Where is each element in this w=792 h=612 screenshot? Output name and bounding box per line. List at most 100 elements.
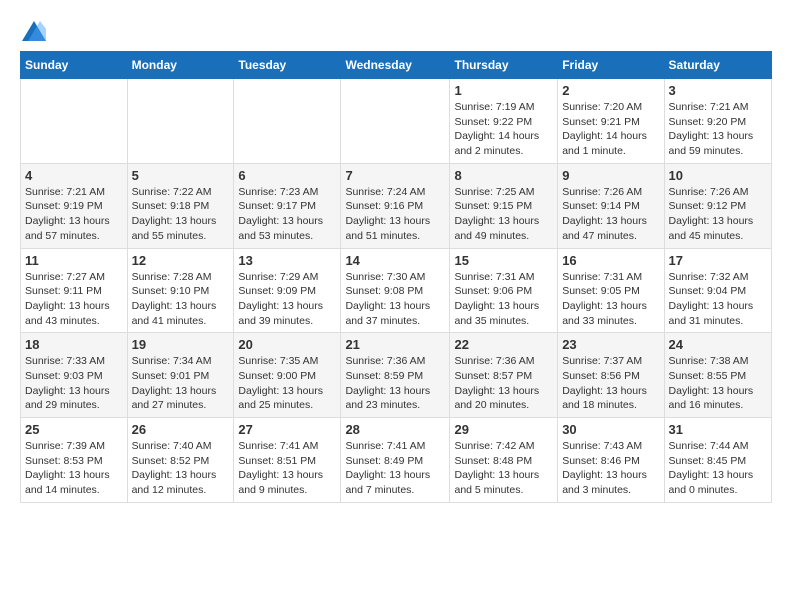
day-number: 4 [25, 168, 123, 183]
day-number: 20 [238, 337, 336, 352]
day-info: Sunrise: 7:20 AM Sunset: 9:21 PM Dayligh… [562, 100, 659, 159]
week-row-2: 4 Sunrise: 7:21 AM Sunset: 9:19 PM Daylig… [21, 163, 772, 248]
calendar-cell: 1 Sunrise: 7:19 AM Sunset: 9:22 PM Daylig… [450, 79, 558, 164]
day-info: Sunrise: 7:41 AM Sunset: 8:51 PM Dayligh… [238, 439, 336, 498]
page-header [20, 20, 772, 41]
calendar-cell: 25 Sunrise: 7:39 AM Sunset: 8:53 PM Dayli… [21, 418, 128, 503]
day-info: Sunrise: 7:37 AM Sunset: 8:56 PM Dayligh… [562, 354, 659, 413]
day-number: 10 [669, 168, 767, 183]
logo [20, 20, 46, 41]
logo-icon [22, 21, 46, 41]
calendar-cell: 10 Sunrise: 7:26 AM Sunset: 9:12 PM Dayli… [664, 163, 771, 248]
calendar-cell: 24Sunrise: 7:38 AM Sunset: 8:55 PM Dayli… [664, 333, 771, 418]
day-number: 6 [238, 168, 336, 183]
day-number: 5 [132, 168, 230, 183]
day-info: Sunrise: 7:31 AM Sunset: 9:05 PM Dayligh… [562, 270, 659, 329]
day-number: 14 [345, 253, 445, 268]
calendar-cell: 13 Sunrise: 7:29 AM Sunset: 9:09 PM Dayli… [234, 248, 341, 333]
day-info: Sunrise: 7:35 AM Sunset: 9:00 PM Dayligh… [238, 354, 336, 413]
header-saturday: Saturday [664, 52, 771, 79]
day-number: 23 [562, 337, 659, 352]
day-info: Sunrise: 7:31 AM Sunset: 9:06 PM Dayligh… [454, 270, 553, 329]
day-info: Sunrise: 7:26 AM Sunset: 9:12 PM Dayligh… [669, 185, 767, 244]
days-header-row: SundayMondayTuesdayWednesdayThursdayFrid… [21, 52, 772, 79]
calendar-cell [127, 79, 234, 164]
day-info: Sunrise: 7:21 AM Sunset: 9:20 PM Dayligh… [669, 100, 767, 159]
calendar-cell: 3 Sunrise: 7:21 AM Sunset: 9:20 PM Daylig… [664, 79, 771, 164]
calendar-table: SundayMondayTuesdayWednesdayThursdayFrid… [20, 51, 772, 503]
day-info: Sunrise: 7:25 AM Sunset: 9:15 PM Dayligh… [454, 185, 553, 244]
day-number: 31 [669, 422, 767, 437]
day-info: Sunrise: 7:43 AM Sunset: 8:46 PM Dayligh… [562, 439, 659, 498]
day-info: Sunrise: 7:36 AM Sunset: 8:59 PM Dayligh… [345, 354, 445, 413]
calendar-cell: 19Sunrise: 7:34 AM Sunset: 9:01 PM Dayli… [127, 333, 234, 418]
calendar-cell: 29Sunrise: 7:42 AM Sunset: 8:48 PM Dayli… [450, 418, 558, 503]
calendar-cell: 15 Sunrise: 7:31 AM Sunset: 9:06 PM Dayli… [450, 248, 558, 333]
day-number: 12 [132, 253, 230, 268]
day-number: 26 [132, 422, 230, 437]
day-number: 30 [562, 422, 659, 437]
day-number: 2 [562, 83, 659, 98]
day-number: 15 [454, 253, 553, 268]
day-info: Sunrise: 7:39 AM Sunset: 8:53 PM Dayligh… [25, 439, 123, 498]
calendar-cell [341, 79, 450, 164]
day-number: 3 [669, 83, 767, 98]
calendar-cell: 6 Sunrise: 7:23 AM Sunset: 9:17 PM Daylig… [234, 163, 341, 248]
calendar-cell: 8 Sunrise: 7:25 AM Sunset: 9:15 PM Daylig… [450, 163, 558, 248]
day-info: Sunrise: 7:23 AM Sunset: 9:17 PM Dayligh… [238, 185, 336, 244]
day-number: 1 [454, 83, 553, 98]
calendar-cell: 21 Sunrise: 7:36 AM Sunset: 8:59 PM Dayli… [341, 333, 450, 418]
day-number: 21 [345, 337, 445, 352]
day-info: Sunrise: 7:24 AM Sunset: 9:16 PM Dayligh… [345, 185, 445, 244]
day-number: 11 [25, 253, 123, 268]
day-info: Sunrise: 7:32 AM Sunset: 9:04 PM Dayligh… [669, 270, 767, 329]
day-number: 8 [454, 168, 553, 183]
week-row-3: 11 Sunrise: 7:27 AM Sunset: 9:11 PM Dayli… [21, 248, 772, 333]
week-row-1: 1 Sunrise: 7:19 AM Sunset: 9:22 PM Daylig… [21, 79, 772, 164]
day-info: Sunrise: 7:26 AM Sunset: 9:14 PM Dayligh… [562, 185, 659, 244]
header-sunday: Sunday [21, 52, 128, 79]
calendar-cell: 26 Sunrise: 7:40 AM Sunset: 8:52 PM Dayli… [127, 418, 234, 503]
calendar-cell: 17 Sunrise: 7:32 AM Sunset: 9:04 PM Dayli… [664, 248, 771, 333]
calendar-cell: 22Sunrise: 7:36 AM Sunset: 8:57 PM Dayli… [450, 333, 558, 418]
calendar-cell: 20 Sunrise: 7:35 AM Sunset: 9:00 PM Dayli… [234, 333, 341, 418]
day-number: 22 [454, 337, 553, 352]
calendar-cell [234, 79, 341, 164]
day-number: 18 [25, 337, 123, 352]
day-number: 13 [238, 253, 336, 268]
calendar-cell: 30 Sunrise: 7:43 AM Sunset: 8:46 PM Dayli… [558, 418, 664, 503]
day-info: Sunrise: 7:29 AM Sunset: 9:09 PM Dayligh… [238, 270, 336, 329]
week-row-5: 25 Sunrise: 7:39 AM Sunset: 8:53 PM Dayli… [21, 418, 772, 503]
calendar-cell: 9 Sunrise: 7:26 AM Sunset: 9:14 PM Daylig… [558, 163, 664, 248]
header-monday: Monday [127, 52, 234, 79]
day-number: 16 [562, 253, 659, 268]
calendar-cell: 7 Sunrise: 7:24 AM Sunset: 9:16 PM Daylig… [341, 163, 450, 248]
calendar-cell: 31 Sunrise: 7:44 AM Sunset: 8:45 PM Dayli… [664, 418, 771, 503]
header-thursday: Thursday [450, 52, 558, 79]
day-number: 25 [25, 422, 123, 437]
day-info: Sunrise: 7:42 AM Sunset: 8:48 PM Dayligh… [454, 439, 553, 498]
day-number: 9 [562, 168, 659, 183]
day-number: 17 [669, 253, 767, 268]
day-info: Sunrise: 7:33 AM Sunset: 9:03 PM Dayligh… [25, 354, 123, 413]
calendar-cell: 12 Sunrise: 7:28 AM Sunset: 9:10 PM Dayli… [127, 248, 234, 333]
day-info: Sunrise: 7:27 AM Sunset: 9:11 PM Dayligh… [25, 270, 123, 329]
day-info: Sunrise: 7:41 AM Sunset: 8:49 PM Dayligh… [345, 439, 445, 498]
calendar-cell: 27 Sunrise: 7:41 AM Sunset: 8:51 PM Dayli… [234, 418, 341, 503]
day-info: Sunrise: 7:28 AM Sunset: 9:10 PM Dayligh… [132, 270, 230, 329]
calendar-cell: 2 Sunrise: 7:20 AM Sunset: 9:21 PM Daylig… [558, 79, 664, 164]
header-wednesday: Wednesday [341, 52, 450, 79]
day-info: Sunrise: 7:44 AM Sunset: 8:45 PM Dayligh… [669, 439, 767, 498]
day-info: Sunrise: 7:38 AM Sunset: 8:55 PM Dayligh… [669, 354, 767, 413]
day-info: Sunrise: 7:40 AM Sunset: 8:52 PM Dayligh… [132, 439, 230, 498]
day-number: 27 [238, 422, 336, 437]
header-tuesday: Tuesday [234, 52, 341, 79]
calendar-cell: 16 Sunrise: 7:31 AM Sunset: 9:05 PM Dayli… [558, 248, 664, 333]
day-info: Sunrise: 7:19 AM Sunset: 9:22 PM Dayligh… [454, 100, 553, 159]
day-number: 28 [345, 422, 445, 437]
header-friday: Friday [558, 52, 664, 79]
calendar-cell: 28 Sunrise: 7:41 AM Sunset: 8:49 PM Dayli… [341, 418, 450, 503]
calendar-cell: 14Sunrise: 7:30 AM Sunset: 9:08 PM Dayli… [341, 248, 450, 333]
day-number: 7 [345, 168, 445, 183]
day-info: Sunrise: 7:21 AM Sunset: 9:19 PM Dayligh… [25, 185, 123, 244]
